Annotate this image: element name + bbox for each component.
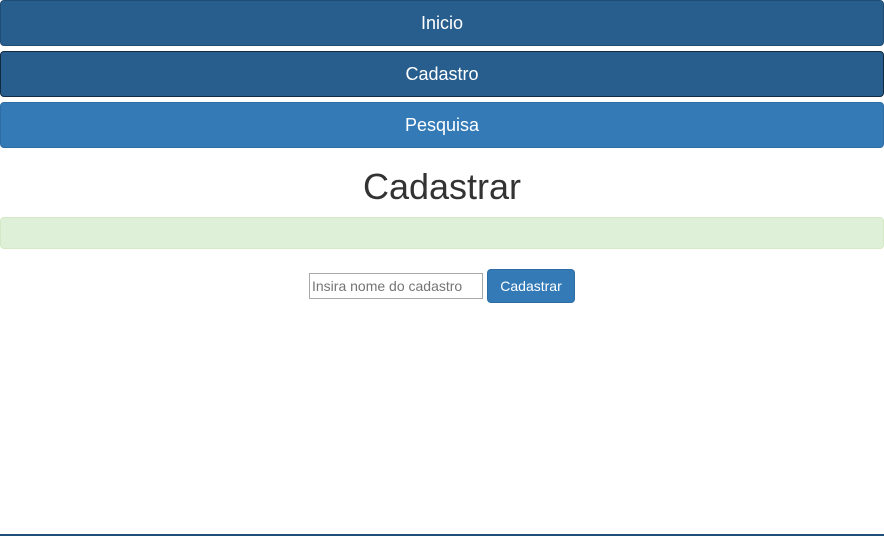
success-alert: [0, 217, 884, 249]
nav-button-inicio[interactable]: Inicio: [0, 0, 884, 46]
nav-button-pesquisa-label: Pesquisa: [404, 114, 480, 135]
nav-button-pesquisa[interactable]: Pesquisa: [0, 102, 884, 148]
nav-button-cadastro-label: Cadastro: [405, 63, 479, 84]
page-title: Cadastrar: [362, 166, 522, 207]
register-form: Cadastrar: [0, 269, 884, 303]
nav-button-inicio-label: Inicio: [420, 12, 464, 33]
cadastrar-button[interactable]: Cadastrar: [487, 269, 575, 303]
nav-button-cadastro[interactable]: Cadastro: [0, 51, 884, 97]
name-input[interactable]: [309, 273, 483, 299]
